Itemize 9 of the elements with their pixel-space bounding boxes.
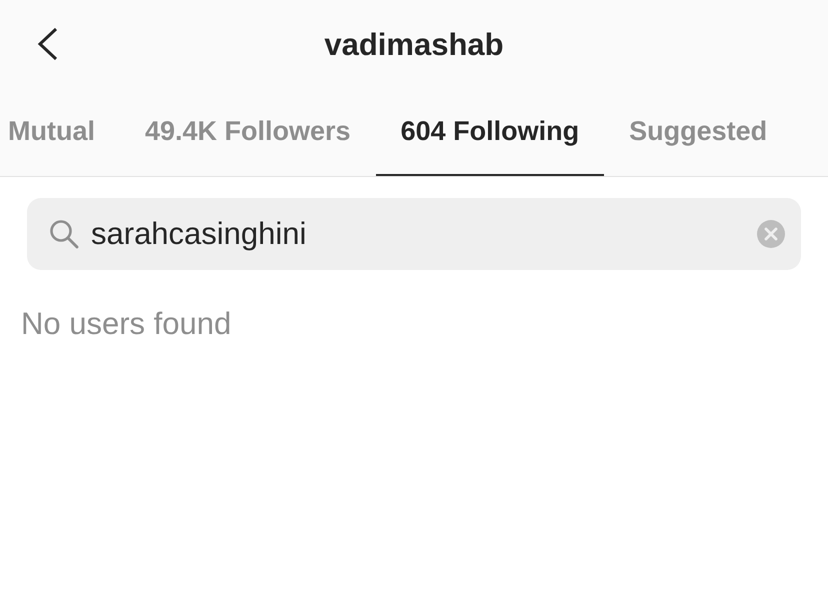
profile-username: vadimashab — [324, 27, 504, 63]
empty-message: No users found — [21, 306, 232, 341]
search-icon — [49, 219, 79, 249]
tab[interactable]: Mutual — [0, 90, 120, 176]
search-field[interactable]: sarahcasinghini — [27, 198, 801, 270]
tab[interactable]: 49.4K Followers — [120, 90, 376, 176]
back-icon[interactable] — [36, 27, 60, 61]
tab[interactable]: 604 Following — [376, 90, 604, 176]
tab[interactable]: Suggested — [604, 90, 792, 176]
